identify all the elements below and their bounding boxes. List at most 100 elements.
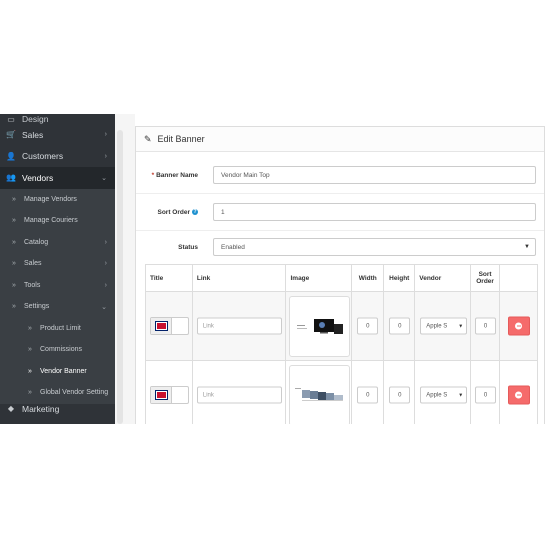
- scrollbar[interactable]: [117, 130, 123, 424]
- sidebar-item-vendor-sales[interactable]: » Sales ›: [0, 253, 115, 275]
- sidebar-item-label: Design: [22, 114, 49, 124]
- sidebar-item-label: Catalog: [24, 238, 49, 246]
- remove-button[interactable]: [507, 385, 530, 405]
- sidebar-item-customers[interactable]: 👤 Customers ›: [0, 146, 115, 168]
- banner-thumbnail[interactable]: [289, 296, 351, 357]
- double-chevron-icon: »: [28, 389, 32, 397]
- banner-thumbnail[interactable]: [289, 365, 351, 424]
- double-chevron-icon: »: [12, 195, 16, 203]
- help-icon[interactable]: ?: [192, 208, 198, 215]
- double-chevron-icon: »: [12, 238, 16, 246]
- double-chevron-icon: »: [12, 303, 16, 311]
- sort-input[interactable]: 0: [475, 317, 497, 335]
- edit-banner-panel: ✎ Edit Banner *Banner Name Sort Order? S…: [135, 126, 545, 424]
- settings-submenu: » Product Limit » Commissions » Vendor B…: [0, 318, 115, 404]
- sidebar-item-manage-couriers[interactable]: » Manage Couriers: [0, 210, 115, 232]
- col-width: Width: [351, 264, 385, 292]
- banner-image: [295, 388, 344, 401]
- sidebar-item-label: Sales: [24, 260, 42, 268]
- sidebar-item-settings[interactable]: » Settings ⌄: [0, 296, 115, 318]
- sidebar-item-label: Settings: [24, 303, 50, 311]
- col-sort-order: Sort Order: [470, 264, 501, 292]
- link-cell: Link: [191, 291, 287, 361]
- sidebar: ▭ Design 🛒 Sales › 👤 Customers › 👥 Vendo…: [0, 114, 115, 424]
- sidebar-item-label: Global Vendor Setting: [40, 389, 109, 397]
- vendor-cell: Apple S ▼: [414, 360, 472, 424]
- divider: [136, 193, 544, 194]
- user-icon: 👤: [6, 151, 16, 161]
- sidebar-item-manage-vendors[interactable]: » Manage Vendors: [0, 189, 115, 211]
- sidebar-item-catalog[interactable]: » Catalog ›: [0, 232, 115, 254]
- uk-flag-icon: [151, 318, 172, 334]
- users-icon: 👥: [6, 173, 16, 183]
- sidebar-item-design[interactable]: ▭ Design: [0, 114, 115, 124]
- sidebar-item-label: Manage Couriers: [24, 217, 78, 225]
- status-label: Status: [178, 243, 198, 251]
- sidebar-item-global-vendor-setting[interactable]: » Global Vendor Setting: [0, 382, 115, 404]
- title-input-group[interactable]: [150, 317, 189, 335]
- col-height: Height: [383, 264, 416, 292]
- sidebar-item-product-limit[interactable]: » Product Limit: [0, 318, 115, 340]
- sidebar-item-label: Vendor Banner: [40, 367, 87, 375]
- width-input[interactable]: 0: [357, 386, 379, 404]
- sort-order-input[interactable]: [213, 203, 536, 221]
- double-chevron-icon: »: [28, 367, 32, 375]
- sidebar-item-label: Manage Vendors: [24, 195, 77, 203]
- sort-order-label: Sort Order?: [157, 208, 198, 216]
- status-row: Status Enabled ▼: [136, 235, 544, 259]
- col-title: Title: [145, 264, 193, 292]
- chevron-right-icon: ›: [104, 238, 107, 246]
- action-cell: [499, 291, 538, 361]
- table-row: Link 0 0 Apple S ▼ 0: [145, 291, 538, 361]
- chevron-right-icon: ›: [104, 131, 107, 139]
- sort-cell: 0: [470, 360, 501, 424]
- sidebar-item-label: Customers: [22, 151, 64, 162]
- col-link: Link: [191, 264, 287, 292]
- height-input[interactable]: 0: [389, 386, 411, 404]
- caret-down-icon: ▼: [458, 323, 464, 329]
- sidebar-item-tools[interactable]: » Tools ›: [0, 275, 115, 297]
- banner-image: [297, 319, 344, 334]
- uk-flag-icon: [151, 387, 172, 403]
- title-cell: [145, 291, 193, 361]
- caret-down-icon: ▼: [524, 244, 530, 250]
- sidebar-item-label: Product Limit: [40, 324, 81, 332]
- divider: [136, 230, 544, 231]
- chevron-right-icon: ›: [104, 281, 107, 289]
- vendors-submenu: » Manage Vendors » Manage Couriers » Cat…: [0, 188, 115, 404]
- banner-name-row: * Banner Name: [136, 163, 544, 187]
- vendor-select[interactable]: Apple S ▼: [420, 317, 468, 335]
- double-chevron-icon: »: [28, 324, 32, 332]
- minus-circle-icon: [515, 322, 523, 330]
- title-input-group[interactable]: [150, 386, 189, 404]
- vendor-select[interactable]: Apple S ▼: [420, 386, 468, 404]
- banner-name-input[interactable]: [213, 166, 536, 184]
- minus-circle-icon: [515, 391, 523, 399]
- sidebar-item-commissions[interactable]: » Commissions: [0, 339, 115, 361]
- chevron-right-icon: ›: [104, 260, 107, 268]
- pencil-icon: ✎: [144, 133, 152, 144]
- action-cell: [499, 360, 538, 424]
- sort-order-row: Sort Order?: [136, 200, 544, 224]
- title-cell: [145, 360, 193, 424]
- sidebar-item-label: Vendors: [22, 172, 54, 183]
- sidebar-item-sales[interactable]: 🛒 Sales ›: [0, 124, 115, 146]
- sort-input[interactable]: 0: [475, 386, 497, 404]
- banner-images-table: Title Link Image Width Height Vendor Sor…: [145, 264, 538, 424]
- link-input[interactable]: Link: [196, 386, 282, 404]
- sidebar-item-vendor-banner[interactable]: » Vendor Banner: [0, 361, 115, 383]
- image-cell: [285, 291, 353, 361]
- sidebar-item-vendors[interactable]: 👥 Vendors ⌄: [0, 167, 115, 189]
- chevron-down-icon: ⌄: [101, 303, 107, 311]
- vendor-cell: Apple S ▼: [414, 291, 472, 361]
- sidebar-item-marketing[interactable]: ◆ Marketing: [0, 404, 115, 414]
- sidebar-item-label: Commissions: [40, 346, 83, 354]
- width-input[interactable]: 0: [357, 317, 379, 335]
- height-input[interactable]: 0: [389, 317, 411, 335]
- link-input[interactable]: Link: [196, 317, 282, 335]
- sidebar-item-label: Tools: [24, 281, 41, 289]
- remove-button[interactable]: [507, 316, 530, 336]
- double-chevron-icon: »: [12, 281, 16, 289]
- panel-title: Edit Banner: [157, 134, 205, 144]
- status-select[interactable]: Enabled ▼: [213, 238, 536, 256]
